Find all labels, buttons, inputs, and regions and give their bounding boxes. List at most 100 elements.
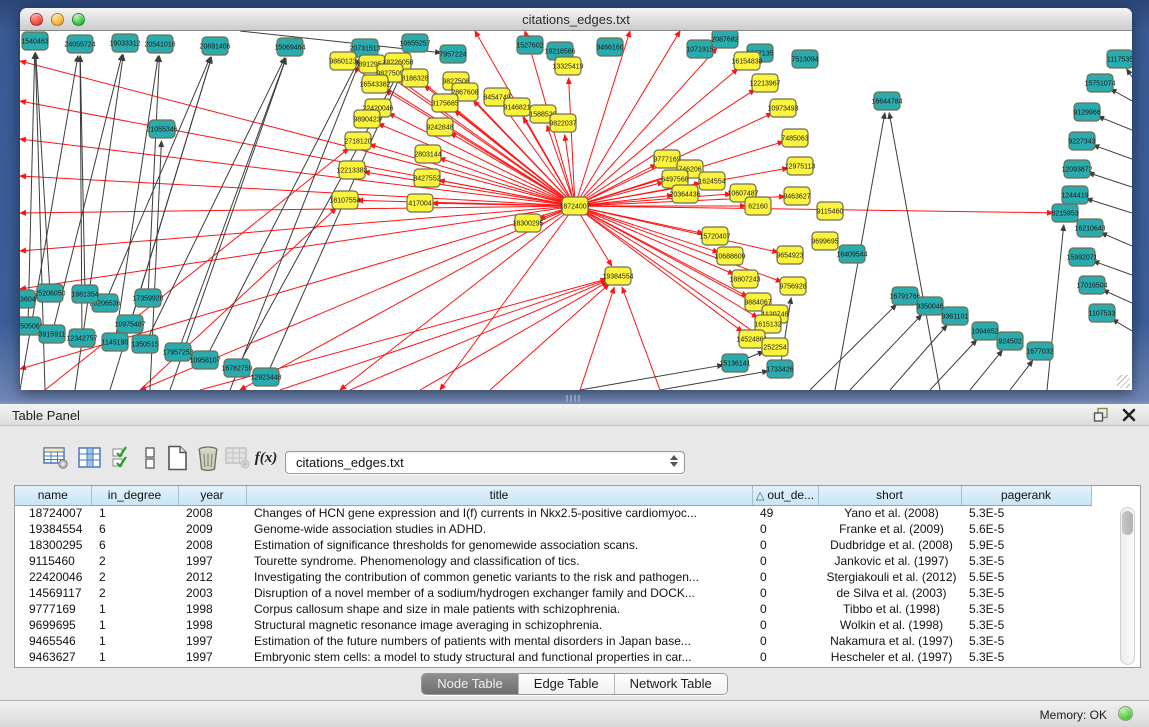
graph-node[interactable]: 1677032 <box>1026 342 1053 360</box>
tab-node-table[interactable]: Node Table <box>422 674 519 694</box>
graph-node[interactable]: 9115460 <box>817 202 844 220</box>
column-header-out_de[interactable]: △out_de... <box>752 486 818 505</box>
graph-node[interactable]: 15136141 <box>719 354 750 372</box>
graph-node[interactable]: 9227343 <box>1068 132 1095 150</box>
graph-node[interactable]: 1244419 <box>1061 186 1088 204</box>
column-header-year[interactable]: year <box>178 486 246 505</box>
tab-network-table[interactable]: Network Table <box>615 674 727 694</box>
table-options-button[interactable] <box>42 444 70 472</box>
graph-node[interactable]: 16210643 <box>1074 219 1105 237</box>
graph-node[interactable]: 18724007 <box>559 197 590 215</box>
graph-node[interactable]: 25206050 <box>34 284 65 302</box>
graph-node[interactable]: 62160 <box>745 197 771 215</box>
import-table-button-disabled[interactable] <box>224 444 252 472</box>
graph-node[interactable]: 18300295 <box>512 214 543 232</box>
graph-node[interactable]: 417004 <box>407 194 433 212</box>
graph-node[interactable]: 9822037 <box>549 114 576 132</box>
graph-node[interactable]: 12923448 <box>250 368 281 386</box>
graph-node[interactable]: 3175685 <box>431 94 458 112</box>
graph-node[interactable]: 10973493 <box>767 99 798 117</box>
tab-edge-table[interactable]: Edge Table <box>519 674 615 694</box>
table-row[interactable]: 977716911998Corpus callosum shape and si… <box>15 601 1091 617</box>
delete-table-button[interactable] <box>194 444 222 472</box>
graph-node[interactable]: 9860123 <box>329 52 356 70</box>
table-row[interactable]: 1830029562008Estimation of significance … <box>15 537 1091 553</box>
graph-node[interactable]: 15069464 <box>274 38 305 56</box>
graph-node[interactable]: 24055724 <box>64 35 95 53</box>
table-scrollbar-thumb[interactable] <box>1122 511 1133 535</box>
graph-node[interactable]: 1527602 <box>516 36 543 54</box>
graph-node[interactable]: 16644784 <box>871 92 902 110</box>
graph-node[interactable]: 15751074 <box>1084 74 1115 92</box>
table-row[interactable]: 2242004622012Investigating the contribut… <box>15 569 1091 585</box>
graph-node[interactable]: 13325419 <box>552 57 583 75</box>
graph-node[interactable]: 3915911 <box>39 325 66 343</box>
graph-node[interactable]: 2087682 <box>711 31 738 48</box>
graph-node[interactable]: 9466160 <box>596 38 623 56</box>
table-row[interactable]: 946362711997Embryonic stem cells: a mode… <box>15 649 1091 665</box>
graph-node[interactable]: 10655257 <box>399 34 430 52</box>
graph-node[interactable]: 9242848 <box>426 118 453 136</box>
graph-node[interactable]: 9654923 <box>776 246 803 264</box>
splitter-handle[interactable] <box>566 395 580 402</box>
graph-node[interactable]: 1117535 <box>1107 50 1132 68</box>
graph-node[interactable]: 12975113 <box>785 157 816 175</box>
graph-node[interactable]: 12093872 <box>1061 160 1092 178</box>
graph-node[interactable]: 20691406 <box>199 37 230 55</box>
row-height-button[interactable] <box>136 444 164 472</box>
graph-node[interactable]: 17359928 <box>132 289 163 307</box>
float-panel-icon[interactable] <box>1093 407 1109 423</box>
graph-node[interactable]: 1145190 <box>102 333 129 351</box>
function-builder-button[interactable]: f(x) <box>252 444 280 472</box>
graph-node[interactable]: 9129966 <box>1073 103 1100 121</box>
graph-node[interactable]: 10975487 <box>114 315 145 333</box>
graph-node[interactable]: 7485063 <box>781 129 808 147</box>
graph-node[interactable]: 16154838 <box>731 52 762 70</box>
graph-node[interactable]: 7957224 <box>439 45 466 63</box>
graph-node[interactable]: 8427552 <box>413 169 440 187</box>
table-scrollbar[interactable] <box>1120 507 1135 665</box>
graph-node[interactable]: 7513094 <box>791 50 818 68</box>
graph-node[interactable]: 1733426 <box>766 360 793 378</box>
column-header-title[interactable]: title <box>246 486 752 505</box>
graph-node[interactable]: 2803144 <box>414 145 441 163</box>
graph-node[interactable]: 15720407 <box>699 227 730 245</box>
graph-node[interactable]: 9361101 <box>942 307 969 325</box>
graph-node[interactable]: 924502 <box>997 332 1023 350</box>
graph-node[interactable]: 16409544 <box>836 245 867 263</box>
graph-node[interactable]: 20364436 <box>669 185 700 203</box>
graph-node[interactable]: 9890423 <box>353 110 380 128</box>
graph-node[interactable]: 9699695 <box>811 232 838 250</box>
graph-node[interactable]: 12342757 <box>66 329 97 347</box>
column-header-pagerank[interactable]: pagerank <box>961 486 1091 505</box>
column-header-name[interactable]: name <box>15 486 91 505</box>
graph-node[interactable]: 17016504 <box>1076 276 1107 294</box>
graph-node[interactable]: 19033312 <box>109 34 140 52</box>
graph-node[interactable]: 1071915 <box>686 40 713 58</box>
new-table-button[interactable] <box>163 444 191 472</box>
network-canvas[interactable]: 1872400715404632405572419033312205410162… <box>20 31 1132 390</box>
table-row[interactable]: 1456911722003Disruption of a novel membe… <box>15 585 1091 601</box>
graph-node[interactable]: 9350046 <box>916 297 943 315</box>
graph-node[interactable]: 8215953 <box>1051 204 1078 222</box>
graph-node[interactable]: 19384554 <box>602 267 633 285</box>
graph-node[interactable]: 21055346 <box>146 120 177 138</box>
graph-node[interactable]: 1540463 <box>21 32 48 50</box>
graph-node[interactable]: 16782759 <box>221 359 252 377</box>
graph-node[interactable]: 1107533 <box>1089 304 1116 322</box>
graph-node[interactable]: 18107554 <box>329 191 360 209</box>
table-row[interactable]: 946554611997Estimation of the future num… <box>15 633 1091 649</box>
network-window-titlebar[interactable]: citations_edges.txt <box>20 8 1132 31</box>
graph-node[interactable]: 9756928 <box>779 277 806 295</box>
close-panel-icon[interactable] <box>1121 407 1137 423</box>
table-source-select[interactable]: citations_edges.txt <box>285 451 685 474</box>
graph-node[interactable]: 18807243 <box>729 270 760 288</box>
column-header-short[interactable]: short <box>818 486 961 505</box>
graph-node[interactable]: 1350515 <box>131 335 158 353</box>
graph-node[interactable]: 9463627 <box>783 187 810 205</box>
graph-node[interactable]: 10688609 <box>714 247 745 265</box>
table-row[interactable]: 1872400712008Changes of HCN gene express… <box>15 505 1091 521</box>
graph-node[interactable]: 15992071 <box>1066 248 1097 266</box>
select-columns-button[interactable] <box>108 444 136 472</box>
graph-node[interactable]: 1624554 <box>698 172 725 190</box>
